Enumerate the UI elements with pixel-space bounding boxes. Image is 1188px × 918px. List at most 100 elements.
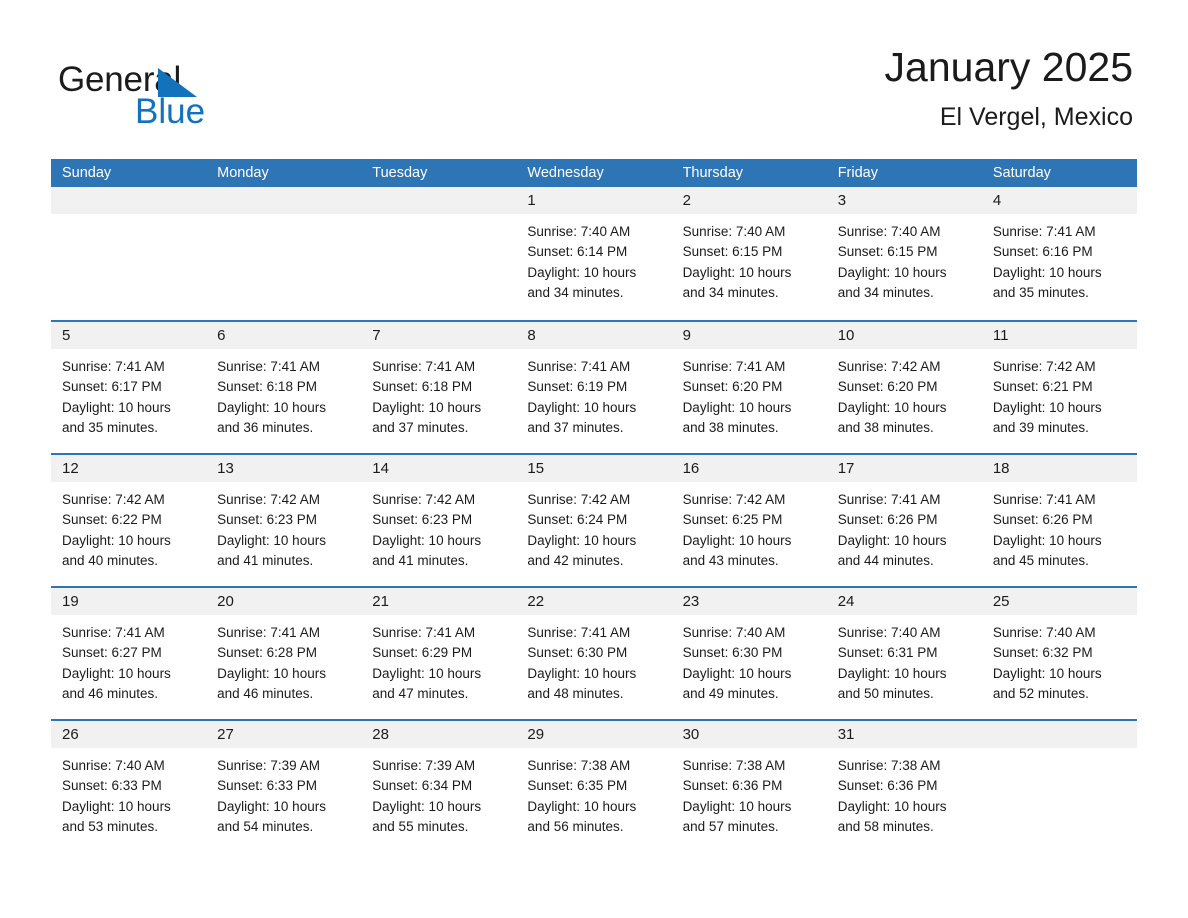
calendar-day-cell[interactable]: 26 Sunrise: 7:40 AM Sunset: 6:33 PM Dayligh… xyxy=(51,721,207,852)
calendar-weekday-header: Sunday Monday Tuesday Wednesday Thursday… xyxy=(51,159,1137,187)
sunrise-text: Sunrise: 7:42 AM xyxy=(837,359,941,374)
day-number-band: 30 xyxy=(671,721,827,748)
sunset-text: Sunset: 6:23 PM xyxy=(372,512,473,528)
calendar-day-cell[interactable]: 14 Sunrise: 7:42 AM Sunset: 6:23 PM Dayligh… xyxy=(361,455,517,586)
day-number-band: 29 xyxy=(516,721,672,748)
day-number: 2 xyxy=(682,192,691,209)
sunset-text: Sunset: 6:33 PM xyxy=(62,778,162,794)
day-number-band: 15 xyxy=(516,455,672,482)
calendar-day-cell[interactable]: 1 Sunrise: 7:40 AM Sunset: 6:14 PM Daylight… xyxy=(516,187,672,320)
general-blue-logo[interactable]: General Blue xyxy=(58,52,318,138)
calendar-day-cell-empty xyxy=(981,721,1137,852)
calendar-table: Sunday Monday Tuesday Wednesday Thursday… xyxy=(51,159,1137,852)
day-number: 28 xyxy=(372,726,389,743)
calendar-day-cell[interactable]: 20 Sunrise: 7:41 AM Sunset: 6:28 PM Dayligh… xyxy=(206,588,362,719)
daylight-text-line2: and 36 minutes. xyxy=(217,419,314,435)
calendar-day-cell[interactable]: 22 Sunrise: 7:41 AM Sunset: 6:30 PM Dayligh… xyxy=(516,588,672,719)
daylight-text-line2: and 52 minutes. xyxy=(992,685,1089,701)
daylight-text-line2: and 49 minutes. xyxy=(682,685,779,701)
calendar-day-cell[interactable]: 10 Sunrise: 7:42 AM Sunset: 6:20 PM Dayligh… xyxy=(826,322,982,453)
daylight-text-line2: and 56 minutes. xyxy=(527,818,624,834)
sunset-text: Sunset: 6:22 PM xyxy=(62,512,162,528)
calendar-day-cell[interactable]: 28 Sunrise: 7:39 AM Sunset: 6:34 PM Dayligh… xyxy=(361,721,517,852)
daylight-text-line2: and 34 minutes. xyxy=(527,284,624,300)
sunrise-text: Sunrise: 7:38 AM xyxy=(837,758,941,773)
calendar-day-cell[interactable]: 19 Sunrise: 7:41 AM Sunset: 6:27 PM Dayligh… xyxy=(51,588,207,719)
day-number: 14 xyxy=(372,460,389,477)
day-number-band: 26 xyxy=(51,721,207,748)
day-details: Sunrise: 7:41 AM Sunset: 6:30 PM Daylight:… xyxy=(516,615,671,704)
sunset-text: Sunset: 6:14 PM xyxy=(527,244,628,260)
sunset-text: Sunset: 6:33 PM xyxy=(217,778,317,794)
day-number-band: 22 xyxy=(516,588,672,615)
page-subtitle-location: El Vergel, Mexico xyxy=(939,103,1133,131)
day-number: 6 xyxy=(217,327,226,344)
weekday-header-friday: Friday xyxy=(837,165,878,181)
calendar-day-cell[interactable]: 15 Sunrise: 7:42 AM Sunset: 6:24 PM Dayligh… xyxy=(516,455,672,586)
calendar-day-cell[interactable]: 4 Sunrise: 7:41 AM Sunset: 6:16 PM Daylight… xyxy=(981,187,1137,320)
day-number: 5 xyxy=(62,327,71,344)
calendar-day-cell[interactable]: 17 Sunrise: 7:41 AM Sunset: 6:26 PM Dayligh… xyxy=(826,455,982,586)
day-details: Sunrise: 7:40 AM Sunset: 6:30 PM Daylight:… xyxy=(672,615,827,704)
calendar-day-cell[interactable]: 7 Sunrise: 7:41 AM Sunset: 6:18 PM Daylight… xyxy=(361,322,517,453)
daylight-text-line1: Daylight: 10 hours xyxy=(682,399,792,415)
sunset-text: Sunset: 6:16 PM xyxy=(992,244,1093,260)
day-details: Sunrise: 7:42 AM Sunset: 6:24 PM Daylight:… xyxy=(516,482,671,571)
calendar-day-cell[interactable]: 2 Sunrise: 7:40 AM Sunset: 6:15 PM Daylight… xyxy=(671,187,827,320)
weekday-header-monday: Monday xyxy=(217,165,269,181)
daylight-text-line1: Daylight: 10 hours xyxy=(527,532,637,548)
calendar-day-cell[interactable]: 25 Sunrise: 7:40 AM Sunset: 6:32 PM Dayligh… xyxy=(981,588,1137,719)
daylight-text-line1: Daylight: 10 hours xyxy=(62,798,171,814)
calendar-day-cell[interactable]: 18 Sunrise: 7:41 AM Sunset: 6:26 PM Dayligh… xyxy=(981,455,1137,586)
day-details: Sunrise: 7:40 AM Sunset: 6:33 PM Daylight:… xyxy=(51,748,206,837)
day-number-band xyxy=(51,187,207,214)
calendar-day-cell[interactable]: 6 Sunrise: 7:41 AM Sunset: 6:18 PM Daylight… xyxy=(206,322,362,453)
day-number: 23 xyxy=(682,593,700,610)
day-details: Sunrise: 7:41 AM Sunset: 6:29 PM Daylight:… xyxy=(361,615,516,704)
sunset-text: Sunset: 6:29 PM xyxy=(372,645,473,661)
calendar-day-cell[interactable]: 13 Sunrise: 7:42 AM Sunset: 6:23 PM Dayligh… xyxy=(206,455,362,586)
title-block: January 2025 El Vergel, Mexico xyxy=(885,40,1133,134)
sunset-text: Sunset: 6:23 PM xyxy=(217,512,317,528)
daylight-text-line1: Daylight: 10 hours xyxy=(837,399,947,415)
sunset-text: Sunset: 6:35 PM xyxy=(527,778,628,794)
calendar-day-cell[interactable]: 24 Sunrise: 7:40 AM Sunset: 6:31 PM Dayligh… xyxy=(826,588,982,719)
calendar-day-cell-empty xyxy=(206,187,362,320)
day-number-band: 27 xyxy=(206,721,362,748)
daylight-text-line1: Daylight: 10 hours xyxy=(217,532,326,548)
daylight-text-line1: Daylight: 10 hours xyxy=(217,399,326,415)
sunrise-text: Sunrise: 7:39 AM xyxy=(217,758,320,773)
daylight-text-line2: and 37 minutes. xyxy=(527,419,624,435)
daylight-text-line2: and 44 minutes. xyxy=(837,552,934,568)
calendar-day-cell[interactable]: 31 Sunrise: 7:38 AM Sunset: 6:36 PM Dayligh… xyxy=(826,721,982,852)
daylight-text-line1: Daylight: 10 hours xyxy=(682,798,792,814)
calendar-day-cell[interactable]: 21 Sunrise: 7:41 AM Sunset: 6:29 PM Dayligh… xyxy=(361,588,517,719)
daylight-text-line2: and 37 minutes. xyxy=(372,419,469,435)
sunrise-text: Sunrise: 7:42 AM xyxy=(992,359,1096,374)
calendar-day-cell[interactable]: 3 Sunrise: 7:40 AM Sunset: 6:15 PM Daylight… xyxy=(826,187,982,320)
calendar-day-cell[interactable]: 12 Sunrise: 7:42 AM Sunset: 6:22 PM Dayligh… xyxy=(51,455,207,586)
calendar-day-cell[interactable]: 27 Sunrise: 7:39 AM Sunset: 6:33 PM Dayligh… xyxy=(206,721,362,852)
day-details: Sunrise: 7:38 AM Sunset: 6:36 PM Daylight:… xyxy=(672,748,827,837)
sunrise-text: Sunrise: 7:41 AM xyxy=(372,625,476,640)
calendar-day-cell[interactable]: 29 Sunrise: 7:38 AM Sunset: 6:35 PM Dayligh… xyxy=(516,721,672,852)
calendar-day-cell[interactable]: 11 Sunrise: 7:42 AM Sunset: 6:21 PM Dayligh… xyxy=(981,322,1137,453)
day-number: 4 xyxy=(992,192,1002,209)
calendar-day-cell[interactable]: 8 Sunrise: 7:41 AM Sunset: 6:19 PM Daylight… xyxy=(516,322,672,453)
daylight-text-line1: Daylight: 10 hours xyxy=(682,264,792,280)
sunset-text: Sunset: 6:26 PM xyxy=(992,512,1093,528)
calendar-day-cell[interactable]: 16 Sunrise: 7:42 AM Sunset: 6:25 PM Dayligh… xyxy=(671,455,827,586)
calendar-day-cell[interactable]: 23 Sunrise: 7:40 AM Sunset: 6:30 PM Dayligh… xyxy=(671,588,827,719)
daylight-text-line2: and 53 minutes. xyxy=(62,818,159,834)
daylight-text-line2: and 54 minutes. xyxy=(217,818,314,834)
sunset-text: Sunset: 6:21 PM xyxy=(992,379,1093,395)
daylight-text-line2: and 40 minutes. xyxy=(62,552,159,568)
sunset-text: Sunset: 6:17 PM xyxy=(62,379,162,395)
sunrise-text: Sunrise: 7:40 AM xyxy=(837,224,941,239)
calendar-day-cell[interactable]: 30 Sunrise: 7:38 AM Sunset: 6:36 PM Dayligh… xyxy=(671,721,827,852)
calendar-day-cell[interactable]: 9 Sunrise: 7:41 AM Sunset: 6:20 PM Daylight… xyxy=(671,322,827,453)
sunset-text: Sunset: 6:31 PM xyxy=(837,645,938,661)
sunset-text: Sunset: 6:20 PM xyxy=(837,379,938,395)
logo-text-blue: Blue xyxy=(135,92,206,131)
calendar-day-cell[interactable]: 5 Sunrise: 7:41 AM Sunset: 6:17 PM Daylight… xyxy=(51,322,207,453)
